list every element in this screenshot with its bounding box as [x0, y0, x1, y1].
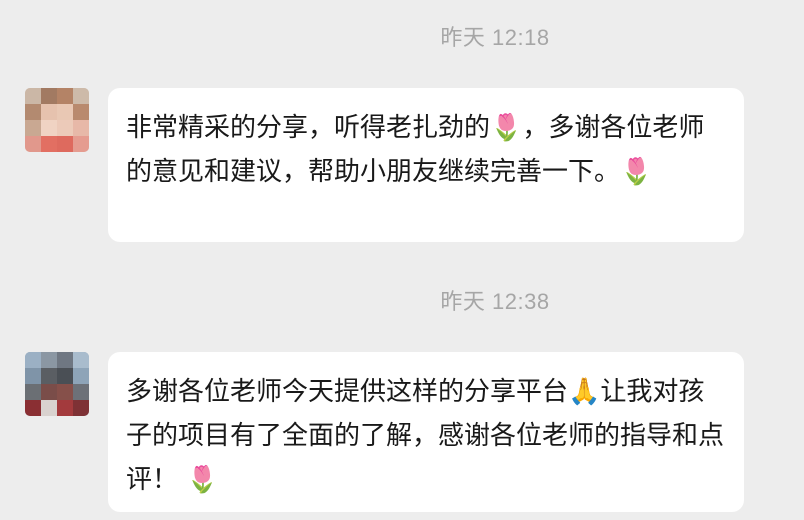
message-timestamp: 昨天 12:38 [440, 289, 550, 314]
user-avatar-pixelated-icon [25, 88, 89, 152]
message-text: 多谢各位老师今天提供这样的分享平台🙏让我对孩子的项目有了全面的了解，感谢各位老师… [126, 377, 725, 495]
message-bubble[interactable]: 多谢各位老师今天提供这样的分享平台🙏让我对孩子的项目有了全面的了解，感谢各位老师… [108, 352, 744, 512]
message-timestamp: 昨天 12:18 [440, 25, 550, 50]
sender-avatar[interactable] [25, 352, 89, 416]
sender-avatar[interactable] [25, 88, 89, 152]
message-text: 非常精采的分享，听得老扎劲的🌷，多谢各位老师的意见和建议，帮助小朋友继续完善一下… [126, 113, 705, 187]
message-bubble[interactable]: 非常精采的分享，听得老扎劲的🌷，多谢各位老师的意见和建议，帮助小朋友继续完善一下… [108, 88, 744, 242]
user-avatar-pixelated-icon [25, 352, 89, 416]
